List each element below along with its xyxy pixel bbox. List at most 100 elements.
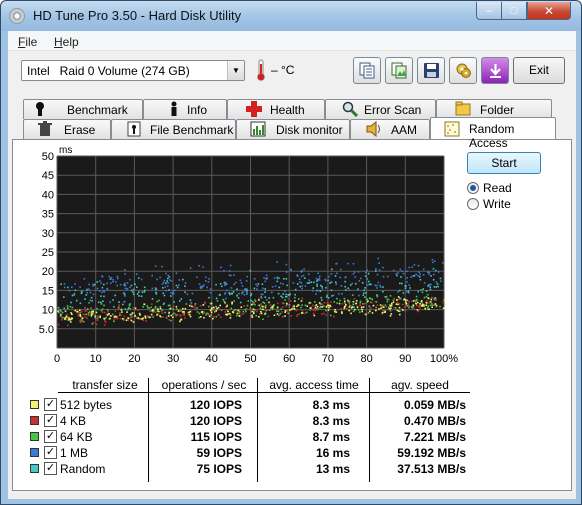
minimize-button[interactable]: – — [476, 2, 502, 20]
ops-value: 115 IOPS — [190, 430, 242, 444]
data-point — [213, 316, 215, 318]
data-point — [208, 305, 210, 308]
data-point — [264, 306, 267, 309]
save-button[interactable] — [417, 57, 445, 84]
header-divider — [58, 392, 470, 393]
data-point — [428, 308, 430, 311]
data-point — [421, 305, 424, 307]
tab-error-scan[interactable]: Error Scan — [325, 99, 436, 119]
data-point — [230, 287, 233, 289]
data-point — [61, 316, 63, 318]
data-point — [116, 318, 119, 320]
data-point — [106, 309, 109, 311]
data-point — [173, 293, 175, 295]
data-point — [433, 273, 435, 276]
data-point — [253, 278, 256, 280]
close-button[interactable]: ✕ — [527, 2, 571, 20]
copy-image-button[interactable] — [385, 57, 413, 84]
data-point — [189, 315, 192, 318]
tab-file-benchmark[interactable]: File Benchmark — [111, 119, 236, 139]
ops-value: 120 IOPS — [189, 398, 242, 412]
tab-disk-monitor[interactable]: Disk monitor — [236, 119, 350, 139]
copy-image-icon — [391, 62, 407, 79]
data-point — [164, 311, 166, 314]
data-point — [318, 279, 321, 281]
data-point — [260, 310, 262, 313]
tab-health[interactable]: Health — [227, 99, 325, 119]
data-point — [216, 300, 219, 302]
data-point — [263, 302, 266, 304]
data-point — [304, 304, 307, 307]
data-point — [57, 310, 59, 313]
maximize-button[interactable]: □ — [501, 2, 527, 20]
data-point — [387, 275, 389, 278]
data-point — [71, 306, 74, 309]
series-checkbox[interactable]: ✓ — [44, 462, 57, 475]
start-button[interactable]: Start — [467, 152, 541, 174]
y-tick-label: 35 — [42, 209, 54, 221]
data-point — [431, 296, 433, 299]
data-point — [401, 282, 403, 285]
data-point — [304, 285, 307, 287]
data-point — [113, 319, 115, 321]
drive-select[interactable]: Intel Raid 0 Volume (274 GB) ▼ — [21, 60, 245, 81]
data-point — [276, 278, 279, 280]
tab-random-access[interactable]: Random Access — [430, 117, 556, 150]
chevron-down-icon[interactable]: ▼ — [227, 61, 244, 80]
data-point — [138, 312, 141, 315]
data-point — [308, 301, 311, 304]
data-point — [433, 260, 436, 262]
data-point — [401, 270, 403, 273]
data-point — [228, 312, 231, 315]
tab-info[interactable]: Info — [143, 99, 227, 119]
series-checkbox[interactable]: ✓ — [44, 398, 57, 411]
copy-text-button[interactable] — [353, 57, 381, 84]
data-point — [343, 297, 346, 300]
series-checkbox[interactable]: ✓ — [44, 446, 57, 459]
exit-button[interactable]: Exit — [513, 57, 565, 84]
tab-erase[interactable]: Erase — [23, 119, 111, 139]
data-point — [257, 283, 260, 285]
data-point — [156, 278, 158, 281]
tab-benchmark[interactable]: Benchmark — [23, 99, 143, 119]
data-point — [60, 310, 62, 312]
data-point — [146, 305, 148, 307]
download-button[interactable] — [481, 57, 509, 84]
data-point — [310, 307, 312, 309]
data-point — [134, 307, 137, 310]
read-radio[interactable]: Read — [467, 181, 557, 197]
title-bar[interactable]: HD Tune Pro 3.50 - Hard Disk Utility – □… — [1, 1, 581, 31]
data-point — [218, 314, 220, 316]
data-point — [361, 310, 364, 313]
data-point — [182, 307, 184, 310]
client-area: File Help Intel Raid 0 Volume (274 GB) ▼… — [8, 31, 576, 499]
data-point — [258, 297, 260, 300]
data-point — [377, 281, 380, 284]
data-point — [415, 273, 417, 276]
series-checkbox[interactable]: ✓ — [44, 414, 57, 427]
data-point — [413, 308, 416, 310]
data-point — [125, 319, 128, 321]
menu-help[interactable]: Help — [54, 35, 79, 49]
data-point — [167, 282, 169, 284]
menu-file[interactable]: File — [18, 35, 37, 49]
data-point — [406, 277, 408, 279]
tab-aam[interactable]: AAM — [350, 119, 430, 139]
data-point — [276, 308, 278, 310]
data-point — [360, 306, 363, 309]
data-point — [417, 301, 419, 304]
data-point — [136, 286, 138, 288]
data-point — [417, 264, 420, 267]
data-point — [160, 310, 163, 312]
data-point — [103, 311, 106, 314]
data-point — [235, 281, 237, 284]
write-radio[interactable]: Write — [467, 197, 557, 213]
data-point — [364, 275, 367, 277]
series-checkbox[interactable]: ✓ — [44, 430, 57, 443]
tab-folder-usage[interactable]: Folder Usage — [436, 99, 552, 131]
data-point — [336, 302, 338, 304]
data-point — [80, 290, 83, 293]
data-point — [103, 283, 105, 286]
options-button[interactable] — [449, 57, 477, 84]
data-point — [352, 303, 355, 306]
